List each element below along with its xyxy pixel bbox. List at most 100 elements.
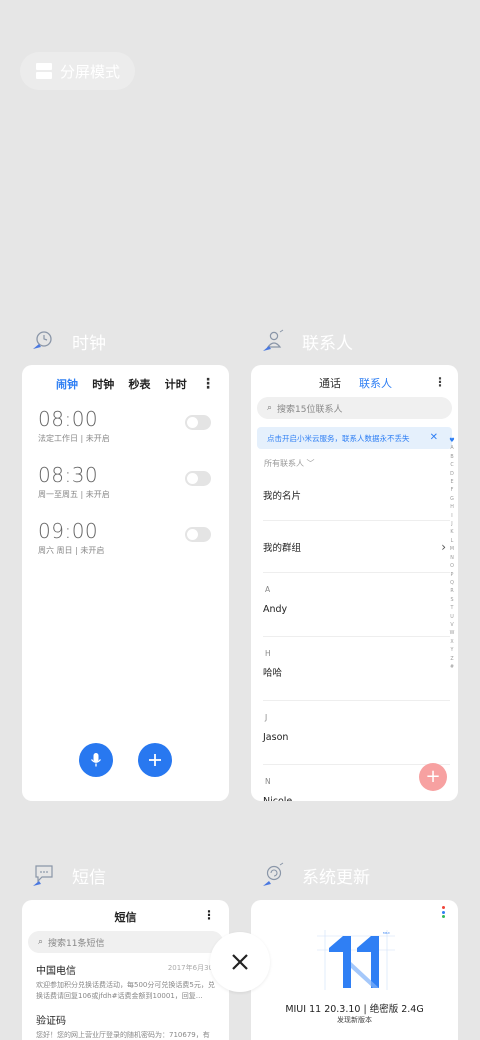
index-letter[interactable]: L — [451, 538, 454, 546]
search-placeholder: 搜索11条短信 — [48, 938, 105, 949]
index-letter[interactable]: B — [450, 454, 453, 462]
contacts-app-icon — [263, 329, 284, 351]
alarm-item[interactable]: 08:00 法定工作日 | 未开启 — [22, 395, 229, 451]
index-letter[interactable]: I — [451, 513, 452, 521]
update-status: 发现新版本 — [337, 1016, 372, 1024]
section-letter: H — [265, 649, 271, 658]
alarm-item[interactable]: 09:00 周六 周日 | 未开启 — [22, 507, 229, 563]
search-icon: ⌕ — [38, 937, 44, 947]
index-letter[interactable]: Z — [450, 656, 453, 664]
alphabet-index[interactable]: ♥ A B C D E F G H I J K L M N O P Q R S T U V W X Y Z # — [448, 437, 456, 672]
sms-title: 短信 — [114, 911, 137, 924]
alarm-description: 周六 周日 | 未开启 — [38, 546, 105, 555]
index-letter[interactable]: T — [451, 605, 454, 613]
more-menu-icon[interactable]: ⋮ — [434, 375, 446, 389]
alarm-item[interactable]: 08:30 周一至周五 | 未开启 — [22, 451, 229, 507]
add-alarm-button[interactable] — [138, 743, 172, 777]
index-letter[interactable]: F — [451, 487, 454, 495]
tab-calls[interactable]: 通话 — [319, 375, 341, 391]
tab-stopwatch[interactable]: 秒表 — [129, 376, 151, 392]
more-menu-icon[interactable]: ⋮ — [201, 376, 215, 392]
contact-item[interactable]: Nicole — [263, 789, 450, 801]
index-letter[interactable]: D — [450, 471, 454, 479]
alarm-toggle[interactable] — [185, 415, 211, 430]
index-letter[interactable]: G — [450, 496, 454, 504]
index-letter[interactable]: X — [450, 639, 453, 647]
index-letter[interactable]: S — [450, 597, 453, 605]
updater-card[interactable]: MIUI MIUI 11 20.3.10 | 绝密版 2.4G 发现新版本 — [251, 900, 458, 1040]
index-letter[interactable]: N — [450, 555, 454, 563]
split-screen-label: 分屏模式 — [60, 62, 121, 81]
contacts-card[interactable]: 通话 联系人 ⋮ ⌕ 搜索15位联系人 点击开启小米云服务，联系人数据永不丢失 … — [251, 365, 458, 801]
search-icon: ⌕ — [267, 403, 273, 413]
close-icon[interactable]: ✕ — [430, 432, 438, 443]
sms-search-input[interactable]: ⌕ 搜索11条短信 — [28, 931, 223, 953]
sms-card[interactable]: 短信 ⋮ ⌕ 搜索11条短信 中国电信 2017年6月30 欢迎参加积分兑换话费… — [22, 900, 229, 1040]
cloud-service-banner[interactable]: 点击开启小米云服务，联系人数据永不丢失 ✕ — [257, 427, 452, 449]
index-letter[interactable]: R — [450, 588, 453, 596]
cloud-tip-text: 点击开启小米云服务，联系人数据永不丢失 — [267, 433, 410, 443]
alarm-description: 周一至周五 | 未开启 — [38, 490, 110, 499]
index-letter[interactable]: Q — [450, 580, 454, 588]
my-card-label: 我的名片 — [263, 490, 302, 502]
message-preview: 欢迎参加积分兑换话费活动，每500分可兑换话费5元，兑换话费请回复106或jfd… — [36, 981, 215, 1000]
tab-contacts[interactable]: 联系人 — [359, 375, 392, 391]
contact-item[interactable]: 哈哈 — [263, 661, 450, 701]
tab-clock[interactable]: 时钟 — [92, 376, 114, 392]
my-card-row[interactable]: 我的名片 — [263, 469, 450, 521]
index-letter[interactable]: U — [450, 614, 454, 622]
index-letter[interactable]: A — [450, 445, 453, 453]
index-letter[interactable]: H — [450, 504, 454, 512]
all-contacts-label: 所有联系人 — [264, 459, 304, 468]
split-screen-button[interactable]: 分屏模式 — [20, 52, 135, 90]
updater-app-icon — [263, 862, 284, 886]
alarm-toggle[interactable] — [185, 527, 211, 542]
clock-card[interactable]: 闹钟 时钟 秒表 计时 ⋮ 08:00 法定工作日 | 未开启 08:30 周一… — [22, 365, 229, 801]
my-groups-row[interactable]: 我的群组 › — [263, 521, 450, 573]
clear-all-button[interactable] — [210, 932, 270, 992]
close-icon — [232, 954, 248, 970]
message-item[interactable]: 验证码 您好！您的网上营业厅登录的随机密码为：710679，有 — [22, 1010, 229, 1040]
index-letter[interactable]: M — [450, 546, 454, 554]
app-label-updater-text: 系统更新 — [302, 867, 370, 888]
tab-timer[interactable]: 计时 — [165, 376, 187, 392]
version-text: MIUI 11 20.3.10 | 绝密版 2.4G — [285, 1004, 424, 1015]
svg-text:MIUI: MIUI — [383, 931, 390, 935]
section-letter: J — [265, 713, 268, 722]
index-letter[interactable]: E — [450, 479, 453, 487]
index-letter[interactable]: W — [450, 630, 455, 638]
more-menu-icon[interactable]: ⋮ — [203, 908, 215, 922]
clock-app-icon — [33, 331, 52, 349]
index-letter[interactable]: V — [450, 622, 453, 630]
voice-alarm-button[interactable] — [79, 743, 113, 777]
plus-icon: + — [425, 766, 441, 787]
add-contact-button[interactable]: + — [419, 763, 447, 791]
chevron-right-icon: › — [441, 539, 446, 554]
message-item[interactable]: 中国电信 2017年6月30 欢迎参加积分兑换话费活动，每500分可兑换话费5元… — [22, 953, 229, 1002]
index-letter[interactable]: Y — [451, 647, 454, 655]
contact-item[interactable]: Jason — [263, 725, 450, 765]
contacts-tab-bar: 通话 联系人 — [251, 365, 458, 395]
app-label-contacts: 联系人 — [260, 328, 353, 354]
chevron-down-icon: ﹀ — [306, 459, 315, 468]
index-letter[interactable]: # — [450, 664, 454, 672]
index-letter[interactable]: J — [451, 521, 452, 529]
tab-alarm[interactable]: 闹钟 — [56, 376, 78, 392]
app-label-clock-text: 时钟 — [72, 333, 106, 354]
sms-header: 短信 ⋮ — [22, 900, 229, 930]
message-date: 2017年6月30 — [167, 964, 213, 972]
split-screen-icon — [36, 63, 52, 79]
plus-icon — [149, 754, 161, 766]
more-menu-icon[interactable] — [442, 906, 446, 920]
index-letter[interactable]: C — [450, 462, 453, 470]
clock-tab-bar: 闹钟 时钟 秒表 计时 ⋮ — [22, 365, 229, 395]
all-contacts-filter[interactable]: 所有联系人 ﹀ — [251, 449, 458, 469]
index-letter[interactable]: O — [450, 563, 454, 571]
alarm-toggle[interactable] — [185, 471, 211, 486]
app-label-updater: 系统更新 — [260, 862, 370, 888]
index-letter[interactable]: P — [451, 572, 454, 580]
contact-item[interactable]: Andy — [263, 597, 450, 637]
microphone-icon — [90, 753, 102, 767]
index-letter[interactable]: K — [450, 529, 453, 537]
contacts-search-input[interactable]: ⌕ 搜索15位联系人 — [257, 397, 452, 419]
